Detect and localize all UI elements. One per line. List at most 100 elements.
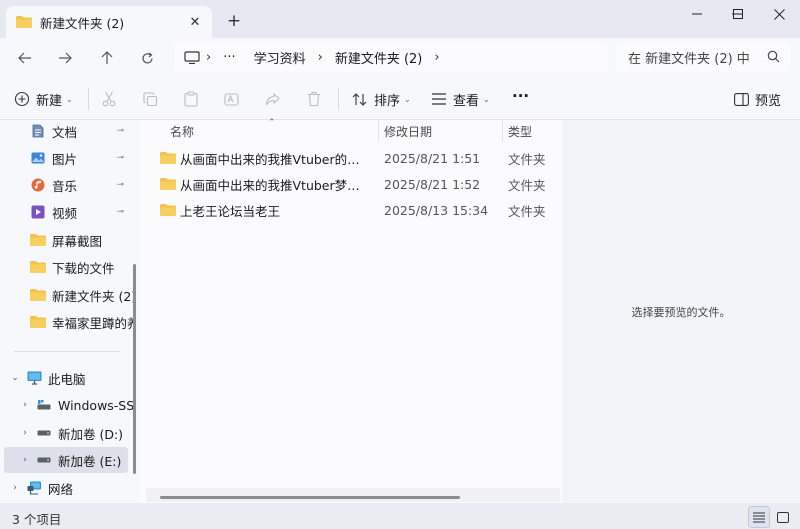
close-window-button[interactable]: [758, 0, 800, 28]
table-row[interactable]: 从画面中出来的我推Vtuber的同居生活 2025/8/21 1:51 文件夹: [140, 145, 560, 171]
file-name: 从画面中出来的我推Vtuber的同居生活: [180, 151, 372, 167]
sidebar-item-downloads[interactable]: 下载的文件: [0, 254, 136, 280]
table-row[interactable]: 上老王论坛当老王 2025/8/13 15:34 文件夹: [140, 197, 560, 223]
clipboard-icon: [184, 91, 198, 107]
details-view-button[interactable]: [748, 506, 770, 528]
view-button[interactable]: 查看 ⌄: [431, 86, 490, 112]
cut-button[interactable]: [102, 86, 116, 112]
sidebar-item-pictures[interactable]: 图片 ⊸: [0, 145, 136, 171]
forward-button[interactable]: [50, 44, 80, 72]
breadcrumb-separator[interactable]: ›: [318, 50, 323, 65]
more-options-button[interactable]: ···: [512, 83, 529, 109]
arrow-left-icon: [18, 52, 31, 64]
trash-icon: [308, 91, 320, 107]
search-icon: [767, 50, 780, 63]
column-divider[interactable]: [378, 120, 379, 142]
sidebar-item-network[interactable]: › 网络: [0, 475, 136, 501]
horizontal-scrollbar-track[interactable]: [146, 488, 560, 502]
rename-button[interactable]: [224, 86, 240, 112]
sidebar-item-label: 网络: [48, 481, 74, 497]
scissors-icon: [102, 91, 116, 107]
drive-icon: [36, 397, 52, 413]
arrow-right-icon: [59, 52, 72, 64]
delete-button[interactable]: [307, 86, 321, 112]
network-icon: [26, 480, 42, 496]
sidebar-item-music[interactable]: 音乐 ⊸: [0, 172, 136, 198]
copy-icon: [143, 91, 158, 106]
tab-active[interactable]: 新建文件夹 (2) ✕: [6, 6, 212, 38]
chevron-down-icon[interactable]: ⌄: [8, 373, 22, 383]
file-name: 从画面中出来的我推Vtuber梦魔可爱: [180, 177, 372, 193]
horizontal-scrollbar[interactable]: [160, 496, 460, 499]
video-icon: [30, 204, 46, 220]
pin-icon: ⊸: [116, 153, 124, 163]
folder-icon: [16, 16, 32, 28]
column-header-date[interactable]: 修改日期: [384, 120, 432, 142]
details-view-icon: [753, 512, 765, 522]
chevron-right-icon[interactable]: ›: [18, 455, 32, 465]
chevron-down-icon: ⌄: [404, 94, 411, 104]
search-input[interactable]: 在 新建文件夹 (2) 中: [616, 42, 790, 72]
back-button[interactable]: [10, 44, 40, 72]
table-row[interactable]: 从画面中出来的我推Vtuber梦魔可爱 2025/8/21 1:52 文件夹: [140, 171, 560, 197]
file-date: 2025/8/21 1:51: [384, 150, 481, 166]
paste-button[interactable]: [184, 86, 198, 112]
chevron-right-icon[interactable]: ›: [8, 483, 22, 493]
monitor-icon: [26, 370, 42, 386]
sidebar-item-label: 文档: [52, 124, 78, 140]
maximize-button-wrap[interactable]: [717, 0, 759, 28]
pin-icon: ⊸: [116, 126, 124, 136]
column-header-type[interactable]: 类型: [508, 120, 532, 142]
minimize-icon: [692, 13, 702, 15]
share-icon: [265, 92, 280, 105]
tiles-view-button[interactable]: [772, 506, 794, 528]
sidebar-item-label: 图片: [52, 151, 78, 167]
sort-button[interactable]: 排序 ⌄: [352, 86, 411, 112]
sidebar-item-screenshots[interactable]: 屏幕截图: [0, 227, 136, 253]
sidebar-divider: [14, 351, 120, 352]
sort-ascending-icon: ⌃: [268, 118, 276, 128]
sidebar-item-label: 此电脑: [48, 371, 86, 387]
column-divider[interactable]: [502, 120, 503, 142]
sidebar-item-new-folder-2[interactable]: 新建文件夹 (2): [0, 282, 136, 308]
preview-pane-button[interactable]: 预览: [734, 86, 781, 112]
new-button[interactable]: 新建 ⌄: [14, 86, 73, 112]
sidebar-item-this-pc[interactable]: ⌄ 此电脑: [0, 365, 136, 391]
share-button[interactable]: [265, 86, 281, 112]
chevron-right-icon[interactable]: ›: [18, 400, 32, 410]
sidebar-item-label: Windows-SSD: [58, 397, 136, 413]
minimize-button-wrap[interactable]: [676, 0, 718, 28]
tab-close-icon[interactable]: ✕: [184, 11, 206, 33]
sidebar-item-drive-e[interactable]: › 新加卷 (E:): [4, 447, 128, 473]
column-header-name[interactable]: 名称: [170, 120, 194, 142]
preview-pane-icon: [734, 92, 749, 106]
breadcrumb-ellipsis[interactable]: ···: [223, 50, 235, 65]
view-label: 查看: [453, 93, 480, 109]
sidebar-item-windows-ssd[interactable]: › Windows-SSD: [0, 392, 136, 418]
picture-icon: [30, 150, 46, 166]
new-label: 新建: [36, 93, 63, 109]
sidebar-item-drive-d[interactable]: › 新加卷 (D:): [0, 420, 136, 446]
refresh-button[interactable]: [132, 44, 162, 72]
chevron-right-icon[interactable]: ›: [18, 428, 32, 438]
up-button[interactable]: [92, 44, 122, 72]
pin-icon: ⊸: [116, 207, 124, 217]
breadcrumb-item[interactable]: 学习资料: [254, 48, 306, 67]
sidebar-item-documents[interactable]: 文档 ⊸: [0, 120, 136, 144]
breadcrumb-separator[interactable]: ›: [434, 50, 439, 65]
sidebar-item-label: 新加卷 (D:): [58, 426, 124, 442]
address-bar[interactable]: › ··· 学习资料 › 新建文件夹 (2) ›: [174, 42, 608, 72]
rename-icon: [224, 92, 239, 106]
file-type: 文件夹: [508, 177, 546, 193]
breadcrumb-item-current[interactable]: 新建文件夹 (2): [335, 48, 423, 67]
sidebar-item-videos[interactable]: 视频 ⊸: [0, 199, 136, 225]
sidebar-item-folder[interactable]: 幸福家里蹲的养: [0, 309, 136, 335]
breadcrumb-separator[interactable]: ›: [206, 50, 211, 65]
new-tab-button[interactable]: +: [222, 10, 246, 32]
sidebar-scrollbar[interactable]: [133, 264, 136, 474]
file-date: 2025/8/13 15:34: [384, 202, 489, 218]
music-icon: [30, 177, 46, 193]
close-icon: [773, 8, 785, 20]
copy-button[interactable]: [143, 86, 158, 112]
sidebar-item-label: 幸福家里蹲的养: [52, 315, 136, 331]
